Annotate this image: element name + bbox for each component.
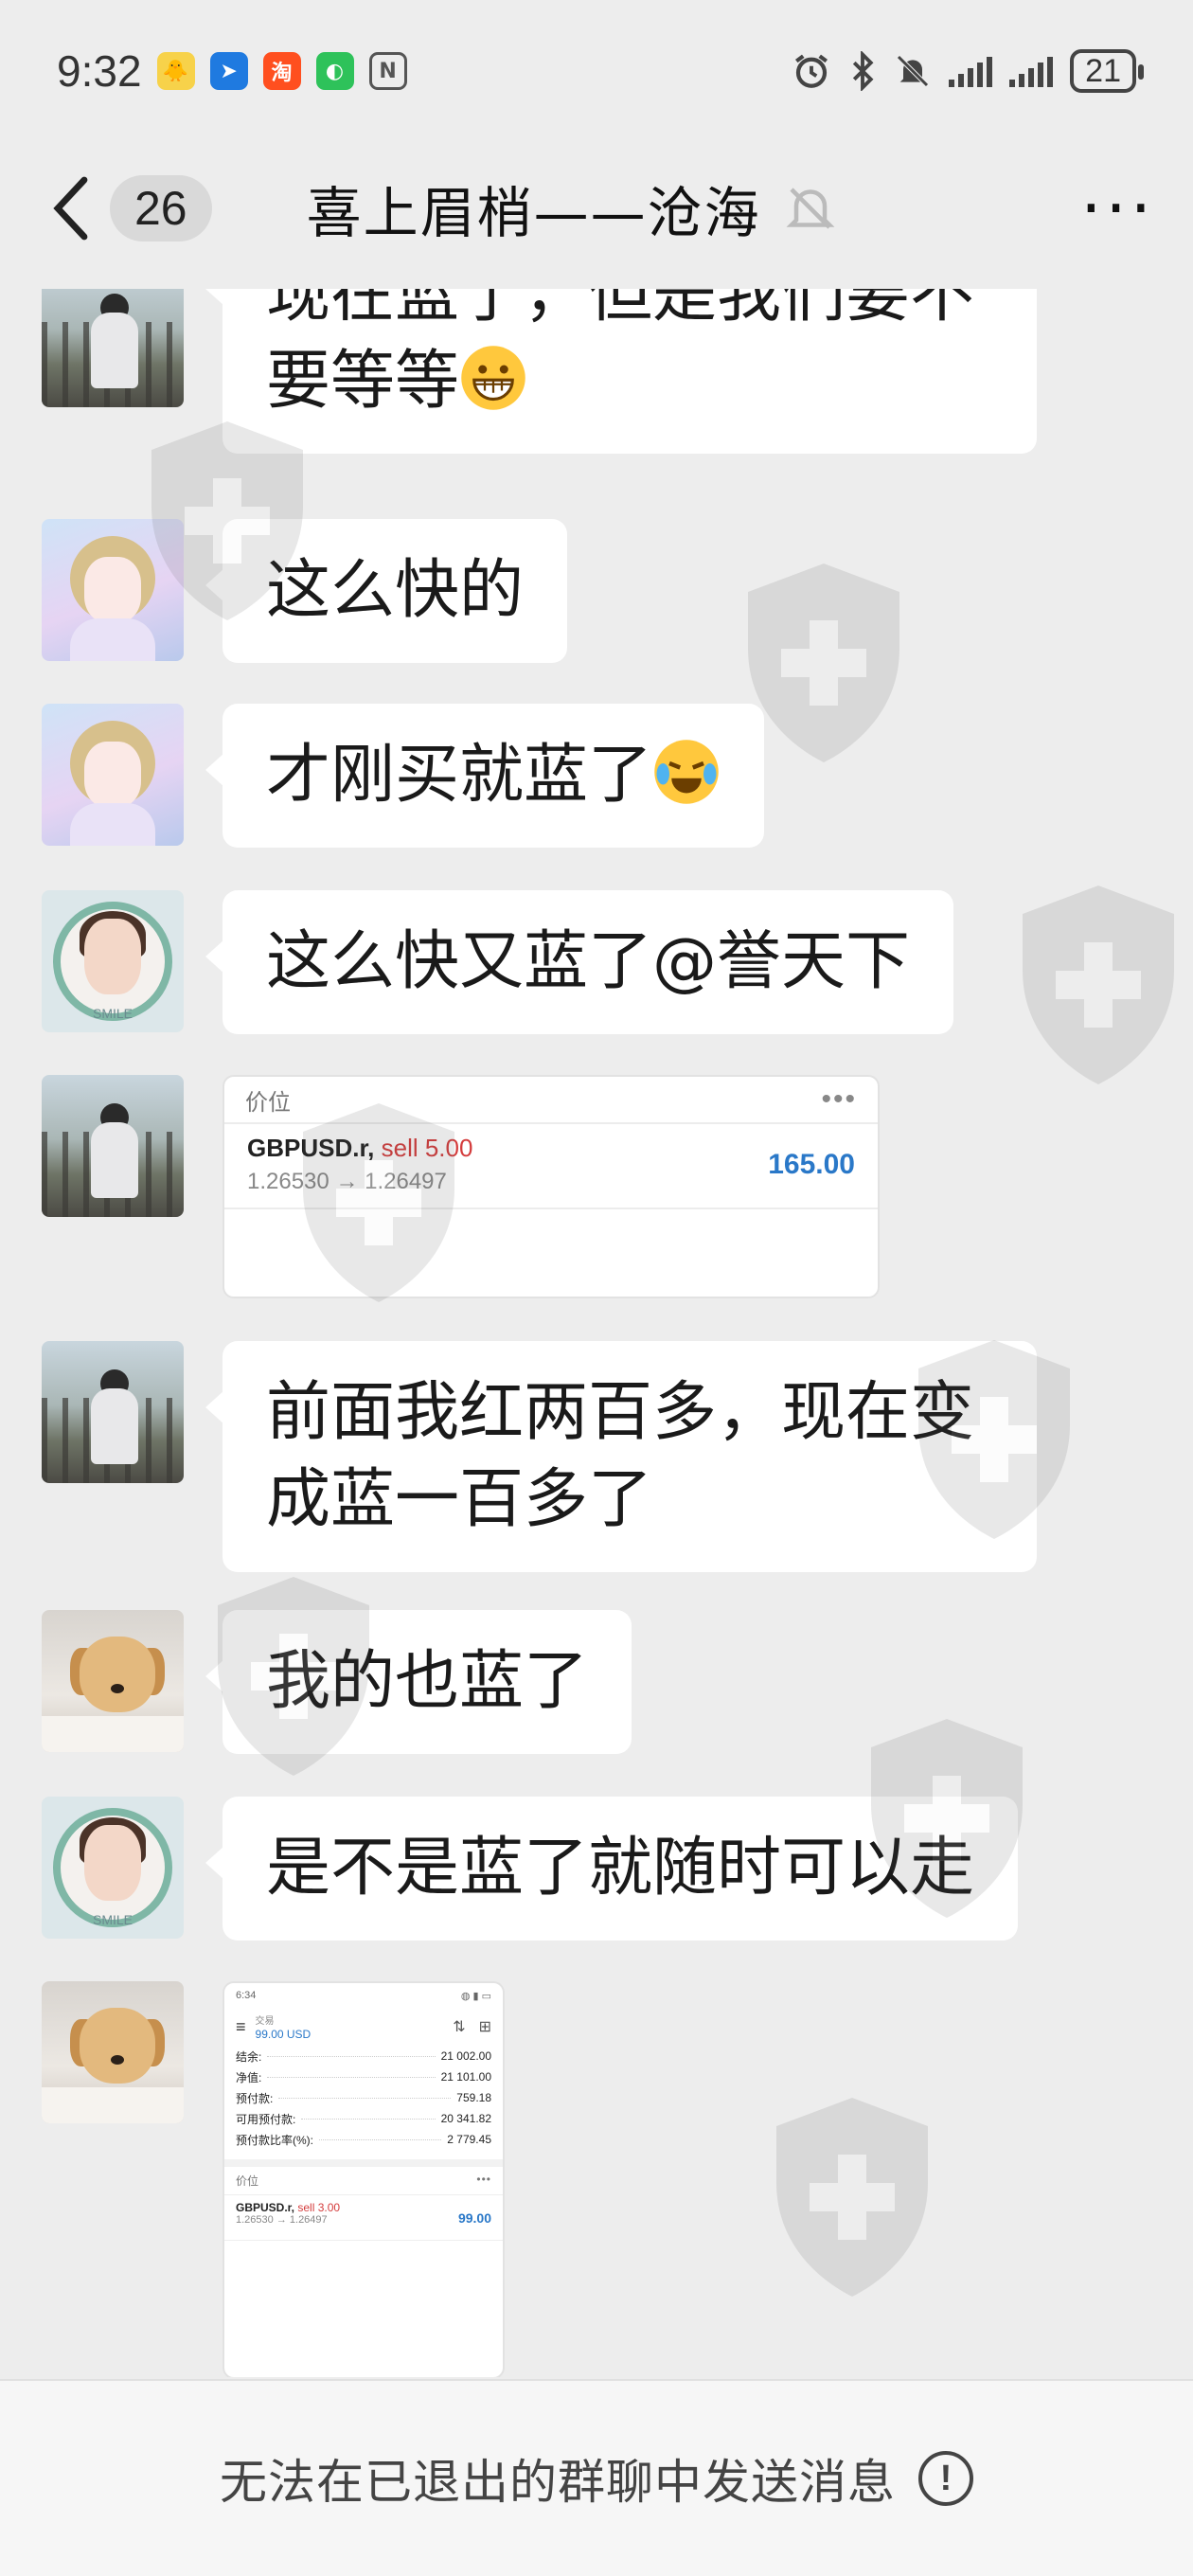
sort-icon: ⇅	[453, 2019, 466, 2035]
crying-laugh-emoji-icon	[654, 740, 719, 804]
signal-icon	[949, 55, 993, 87]
position-symbol: GBPUSD.r, sell 3.00	[236, 2201, 341, 2214]
message-bubble[interactable]: 这么快又蓝了@誉天下	[205, 890, 954, 1034]
card-section-header: 价位 •••	[224, 2159, 503, 2195]
status-time: 9:32	[57, 46, 142, 96]
taobao-icon: 淘	[262, 52, 301, 90]
header-icons: ⇅ ⊞	[453, 2017, 491, 2036]
avatar[interactable]	[42, 289, 184, 407]
message-bubble[interactable]: 才刚买就蓝了	[205, 704, 765, 848]
message-text: 这么快的	[266, 553, 525, 628]
signal-icon-2	[1009, 55, 1054, 87]
message-bubble[interactable]: 现在蓝了，但是我们要不要等等	[205, 289, 1037, 454]
unread-count-badge[interactable]: 26	[110, 175, 212, 242]
bell-off-icon	[897, 55, 929, 87]
status-right: 21	[792, 49, 1144, 93]
section-label: 价位	[245, 1089, 291, 1116]
position-price: 1.26530 → 1.26497	[236, 2214, 328, 2226]
back-icon[interactable]	[38, 166, 104, 251]
bluetooth-icon	[853, 51, 874, 91]
shield-watermark-icon	[1023, 886, 1174, 1084]
message-text: 现在蓝了，但是我们要不要等等	[266, 289, 975, 419]
message-bubble[interactable]: 这么快的	[205, 519, 568, 663]
message-text: 我的也蓝了	[266, 1644, 589, 1719]
chat-header: 26 喜上眉梢——沧海 ···	[0, 142, 1193, 275]
message-list[interactable]: 现在蓝了，但是我们要不要等等 这么快的 才刚买就蓝了 SMILE 这么快又蓝了@…	[0, 289, 1193, 2377]
avatar[interactable]	[42, 1981, 184, 2123]
message-bubble[interactable]: 我的也蓝了	[205, 1610, 632, 1754]
avatar[interactable]	[42, 519, 184, 661]
arrow-app-icon: ➤	[209, 52, 248, 90]
message-text: 这么快又蓝了@誉天下	[266, 924, 911, 999]
mini-header: ≡ 交易 99.00 USD ⇅ ⊞	[224, 2008, 503, 2046]
message-text: 前面我红两百多，现在变成蓝一百多了	[266, 1375, 975, 1537]
avatar-frame-label: SMILE	[92, 1912, 133, 1927]
add-order-icon: ⊞	[478, 2019, 491, 2035]
account-balance-header: 交易 99.00 USD	[255, 2016, 312, 2041]
account-row: 可用预付款: 20 341.82	[236, 2112, 491, 2126]
grin-emoji-icon	[461, 346, 525, 410]
card-section-header: 价位 •••	[224, 1077, 878, 1124]
account-row: 预付款: 759.18	[236, 2091, 491, 2105]
battery-indicator: 21	[1070, 49, 1144, 93]
position-profit: 165.00	[768, 1149, 855, 1180]
message-bubble[interactable]: 前面我红两百多，现在变成蓝一百多了	[205, 1341, 1037, 1572]
more-options-icon[interactable]: ···	[1080, 170, 1155, 247]
shield-watermark-icon	[776, 2098, 928, 2297]
avatar[interactable]	[42, 1075, 184, 1217]
group-exited-notice: 无法在已退出的群聊中发送消息 !	[0, 2379, 1193, 2576]
message-bubble[interactable]: 是不是蓝了就随时可以走	[205, 1797, 1019, 1941]
notice-text: 无法在已退出的群聊中发送消息	[220, 2455, 896, 2510]
nfc-icon: N	[368, 52, 407, 90]
chat-title: 喜上眉梢——沧海	[306, 181, 761, 245]
account-row: 结余: 21 002.00	[236, 2049, 491, 2064]
status-app-icons: 🐥 ➤ 淘 ◐ N	[156, 52, 407, 90]
avatar[interactable]	[42, 1341, 184, 1483]
avatar[interactable]	[42, 704, 184, 846]
position-row: GBPUSD.r, sell 3.00 1.26530 → 1.26497 99…	[224, 2195, 503, 2241]
wechat-icon: ◐	[315, 52, 354, 90]
position-price: 1.26530 → 1.26497	[247, 1169, 447, 1194]
avatar[interactable]	[42, 1610, 184, 1752]
position-profit: 99.00	[457, 2210, 491, 2226]
position-row: GBPUSD.r, sell 5.00 1.26530 → 1.26497 16…	[224, 1124, 878, 1209]
mini-status-bar: 6:34 ◍ ▮ ▭	[236, 1990, 491, 2002]
info-icon[interactable]: !	[918, 2451, 973, 2506]
status-bar: 9:32 🐥 ➤ 淘 ◐ N 21	[0, 0, 1193, 142]
account-row: 净值: 21 101.00	[236, 2070, 491, 2084]
avatar[interactable]: SMILE	[42, 1797, 184, 1939]
avatar[interactable]: SMILE	[42, 890, 184, 1032]
position-side: sell 5.00	[381, 1134, 473, 1162]
menu-icon: ≡	[236, 2016, 246, 2036]
mute-bell-icon	[786, 188, 835, 229]
trade-screenshot-card[interactable]: 价位 ••• GBPUSD.r, sell 5.00 1.26530 → 1.2…	[223, 1075, 880, 1298]
account-row: 预付款比率(%): 2 779.45	[236, 2133, 491, 2147]
position-symbol: GBPUSD.r, sell 5.00	[247, 1134, 473, 1162]
account-screenshot-card[interactable]: 6:34 ◍ ▮ ▭ ≡ 交易 99.00 USD ⇅ ⊞ 结余: 21 002.00 …	[223, 1981, 505, 2377]
message-text: 才刚买就蓝了	[266, 738, 653, 813]
message-text: 是不是蓝了就随时可以走	[266, 1831, 975, 1905]
avatar-frame-label: SMILE	[92, 1006, 133, 1021]
more-icon: •••	[821, 1083, 857, 1115]
more-icon: •••	[476, 2173, 491, 2186]
chick-app-icon: 🐥	[156, 52, 195, 90]
alarm-icon	[795, 54, 828, 88]
